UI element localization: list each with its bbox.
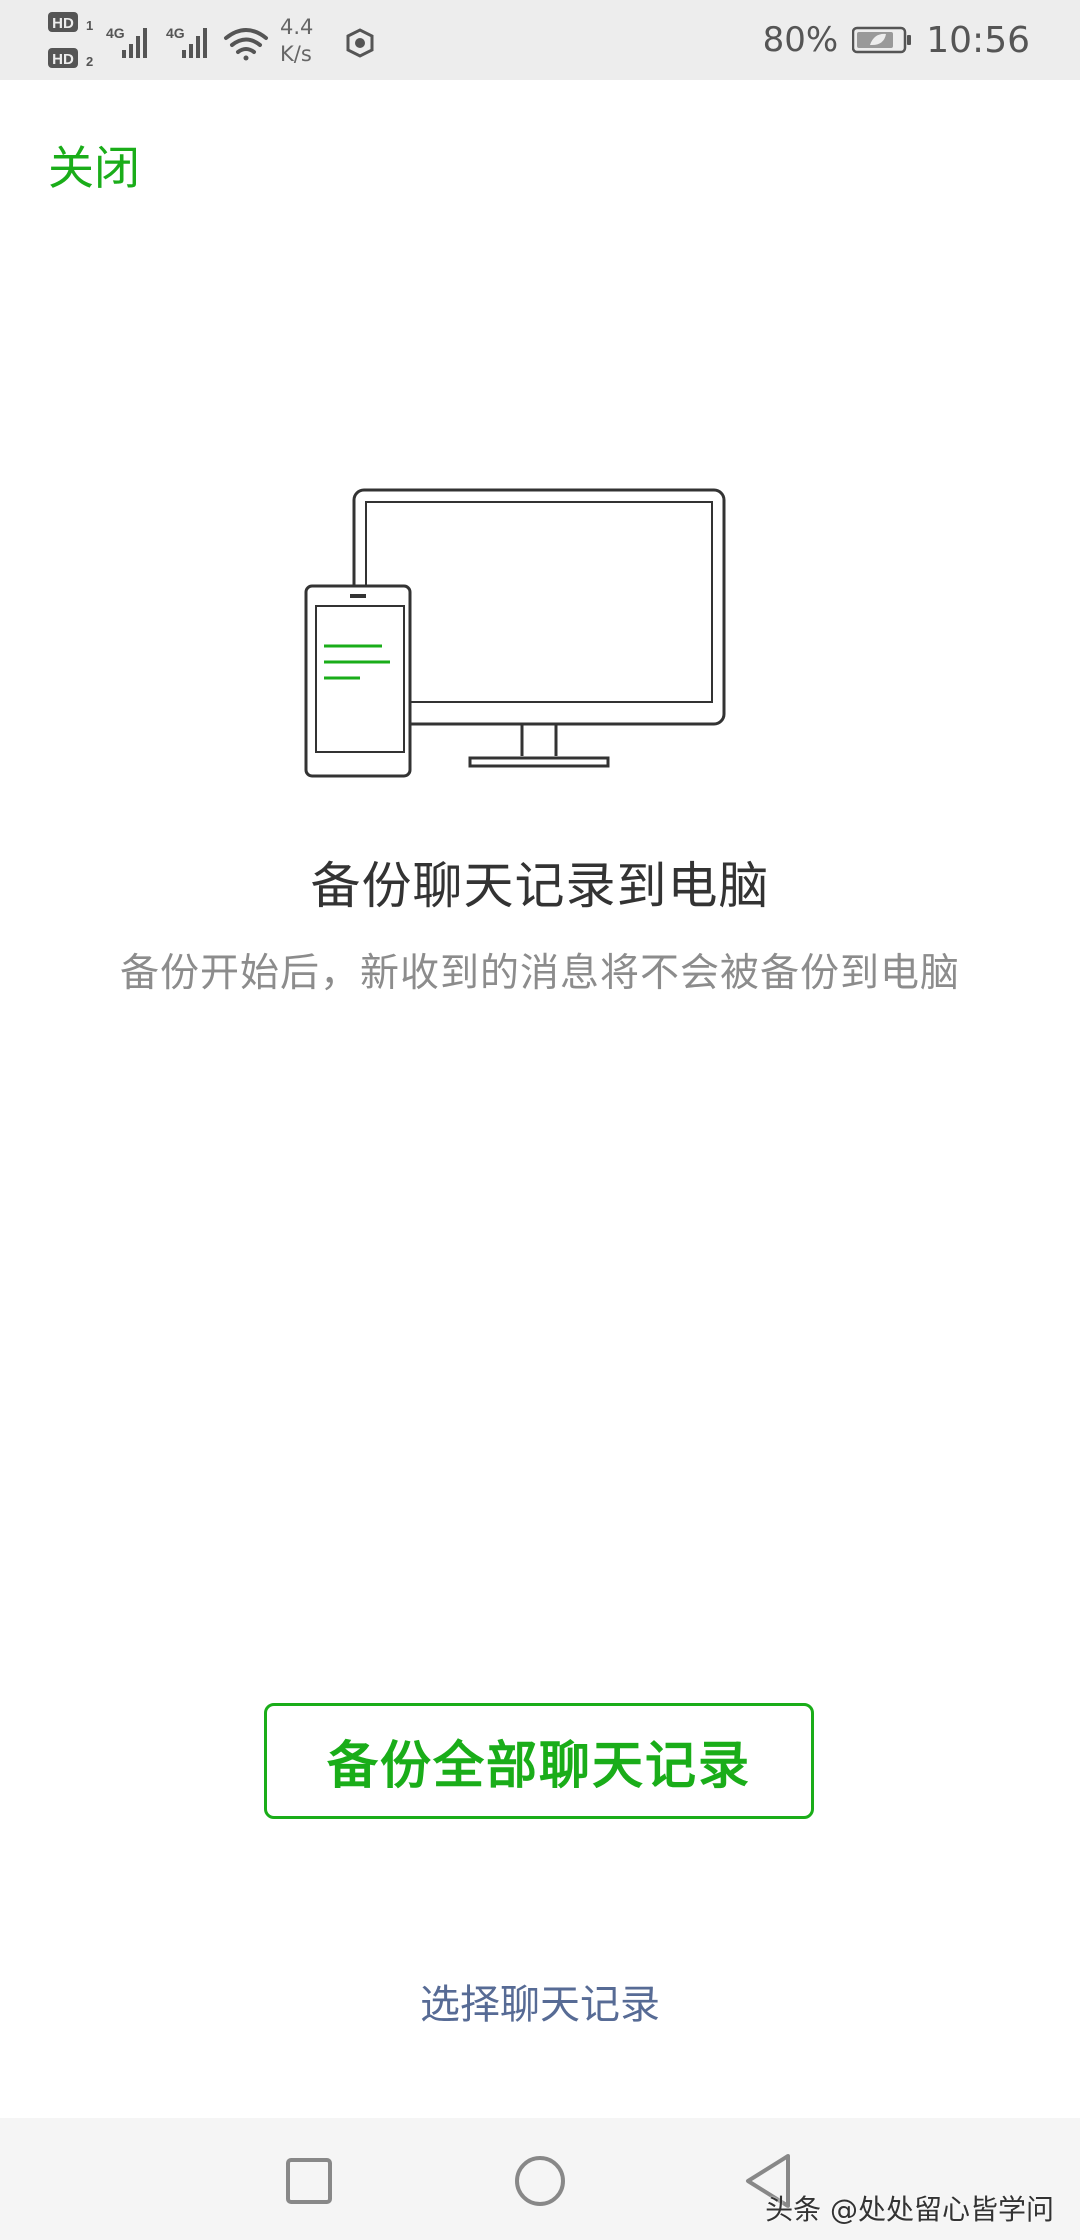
sim1-index: 1	[86, 18, 93, 33]
net-speed-value: 4.4	[280, 15, 314, 39]
watermark-text: 头条 @处处留心皆学问	[765, 2193, 1054, 2226]
sim1-badge: HD	[52, 15, 74, 32]
hd-sim2-icon: HD 2	[48, 48, 93, 69]
phone-to-computer-illustration	[304, 488, 726, 778]
clock-time: 10:56	[926, 19, 1030, 61]
home-circle-icon[interactable]	[512, 2148, 568, 2208]
app-notification-icon	[346, 28, 374, 58]
page-subtitle: 备份开始后，新收到的消息将不会被备份到电脑	[119, 951, 960, 996]
wifi-icon	[224, 28, 268, 61]
sim2-badge: HD	[52, 51, 74, 68]
select-chats-link[interactable]: 选择聊天记录	[0, 1972, 1080, 2030]
signal-icon: 4G	[106, 25, 147, 58]
battery-percent: 80%	[762, 20, 839, 60]
battery-icon	[852, 26, 912, 54]
net-speed: 4.4 K/s	[280, 14, 340, 68]
net-speed-unit: K/s	[280, 42, 312, 66]
close-button[interactable]: 关闭	[48, 132, 140, 198]
hd-sim1-icon: HD 1	[48, 12, 93, 33]
phone-icon	[304, 584, 412, 778]
sim2-index: 2	[86, 54, 93, 69]
network1-label: 4G	[106, 25, 125, 41]
recents-square-icon[interactable]	[284, 2148, 336, 2208]
status-bar: HD 1 HD 2 4G 4G 4.4 K/s 80% 10:56	[0, 0, 1080, 80]
network2-label: 4G	[166, 25, 185, 41]
status-right: 80% 10:56	[763, 0, 1030, 80]
backup-all-button[interactable]: 备份全部聊天记录	[264, 1703, 814, 1819]
signal-icon: 4G	[166, 25, 207, 58]
page-title: 备份聊天记录到电脑	[310, 857, 770, 915]
